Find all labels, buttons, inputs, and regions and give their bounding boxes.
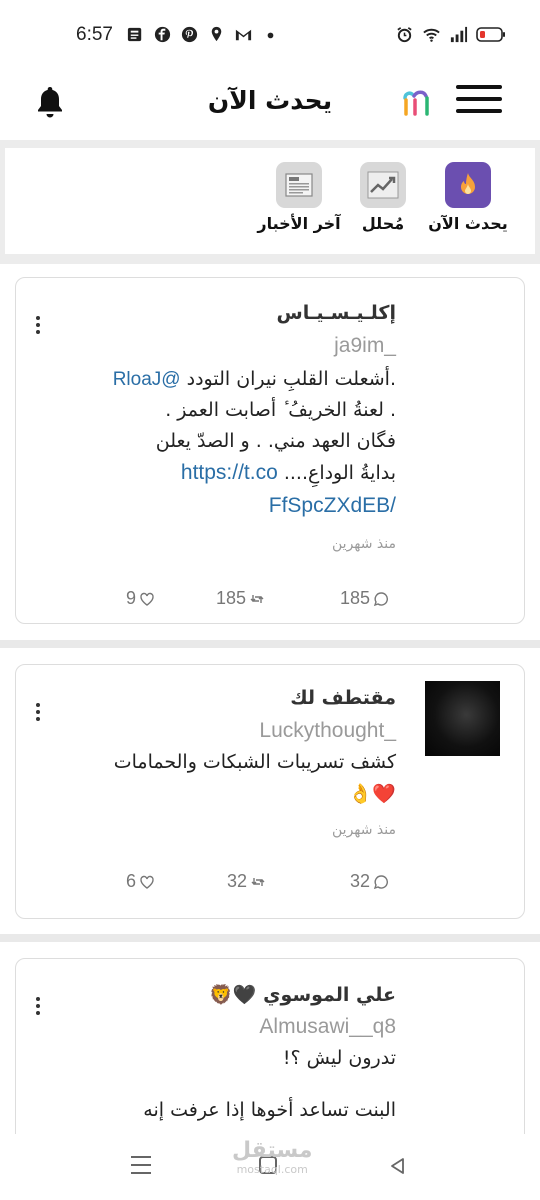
url-link[interactable]: /FfSpcZXdEB	[269, 494, 396, 517]
heart-icon	[140, 875, 154, 889]
post-author[interactable]: إكلـيـسـيـاس	[277, 302, 397, 324]
newspaper-icon	[127, 27, 142, 42]
notification-icons	[126, 25, 280, 44]
more-options-icon[interactable]	[34, 997, 42, 1021]
post-time: منذ شهرين	[332, 822, 396, 838]
url-link[interactable]: https://t.co	[181, 461, 278, 484]
likes-count[interactable]: 6	[126, 871, 155, 892]
hamburger-menu-icon[interactable]	[456, 85, 502, 117]
post-text-line: كشف تسريبات الشبكات والحمامات	[113, 751, 396, 773]
category-label: يحدث الآن	[428, 214, 508, 233]
wifi-icon	[423, 28, 440, 42]
heart-icon	[140, 592, 154, 606]
category-strip: يحدث الآن مُحلل آخر الأخبار	[5, 148, 535, 254]
post-handle[interactable]: Almusawi__q8	[259, 1015, 396, 1039]
pinterest-icon	[181, 26, 198, 43]
post-text-line: بدايةُ الوداعِ.... https://t.co	[180, 461, 396, 484]
replies-count[interactable]: 32	[350, 871, 389, 892]
retweet-icon	[251, 877, 265, 886]
analysis-chart-icon	[360, 162, 406, 208]
feed: إكلـيـسـيـاس ja9im_ .أشعلت القلبِ نيران …	[0, 264, 540, 1134]
mention-link[interactable]: @RloaJ	[113, 369, 181, 390]
post-handle[interactable]: ja9im_	[334, 334, 396, 358]
signal-icon	[450, 26, 468, 43]
system-status-icons	[395, 25, 506, 44]
app-header: يحدث الآن	[0, 72, 540, 140]
separator	[0, 934, 540, 942]
fire-icon	[445, 162, 491, 208]
location-icon	[211, 26, 222, 42]
post-text-line: .أشعلت القلبِ نيران التودد @RloaJ	[112, 368, 396, 390]
avatar[interactable]	[425, 681, 500, 756]
news-icon	[276, 162, 322, 208]
post-author[interactable]: علي الموسوي 🖤🦁	[209, 983, 396, 1006]
comment-icon	[373, 874, 389, 889]
gmail-icon	[235, 29, 252, 41]
dot-icon	[267, 32, 274, 39]
retweet-icon	[250, 594, 264, 603]
category-analyst[interactable]: مُحلل	[338, 162, 428, 233]
battery-icon	[476, 27, 505, 42]
post-author[interactable]: مقتطف لك	[290, 687, 396, 709]
post-text-line: /FfSpcZXdEB	[269, 494, 396, 518]
post-time: منذ شهرين	[332, 536, 396, 552]
status-time: 6:57	[76, 24, 113, 45]
post-text-line: البنت تساعد أخوها إذا عرفت إنه	[143, 1099, 396, 1121]
recent-apps-icon[interactable]	[131, 1156, 151, 1174]
status-bar: 6:57	[0, 0, 540, 72]
replies-count[interactable]: 185	[340, 588, 389, 609]
category-latest-news[interactable]: آخر الأخبار	[254, 162, 344, 233]
likes-count[interactable]: 9	[126, 588, 155, 609]
post-text-line: فگان العهد مني. . و الصدّ يعلن	[155, 430, 396, 452]
post-text-line: تدرون ليش ؟!	[282, 1047, 396, 1069]
retweets-count[interactable]: 32	[227, 871, 266, 892]
post-text-line: . لعنةُ الخريفُ ٔ أصابت العمز .	[165, 399, 396, 421]
more-options-icon[interactable]	[34, 316, 42, 340]
more-options-icon[interactable]	[34, 703, 42, 727]
app-logo-icon[interactable]	[400, 84, 436, 120]
post-card[interactable]: علي الموسوي 🖤🦁 Almusawi__q8 تدرون ليش ؟!…	[15, 958, 525, 1134]
category-label: مُحلل	[361, 214, 405, 233]
alarm-icon	[397, 27, 412, 43]
back-icon[interactable]	[388, 1156, 408, 1176]
retweets-count[interactable]: 185	[216, 588, 265, 609]
post-card[interactable]: إكلـيـسـيـاس ja9im_ .أشعلت القلبِ نيران …	[15, 277, 525, 624]
category-trending-now[interactable]: يحدث الآن	[423, 162, 513, 233]
post-text-line: ❤️👌	[348, 783, 396, 805]
separator	[0, 640, 540, 648]
comment-icon	[373, 591, 389, 606]
post-card[interactable]: مقتطف لك Luckythought_ كشف تسريبات الشبك…	[15, 664, 525, 919]
facebook-icon	[154, 26, 171, 43]
watermark: مستقل mostaql.com	[232, 1138, 313, 1176]
category-label: آخر الأخبار	[257, 214, 341, 233]
post-handle[interactable]: Luckythought_	[259, 719, 396, 743]
